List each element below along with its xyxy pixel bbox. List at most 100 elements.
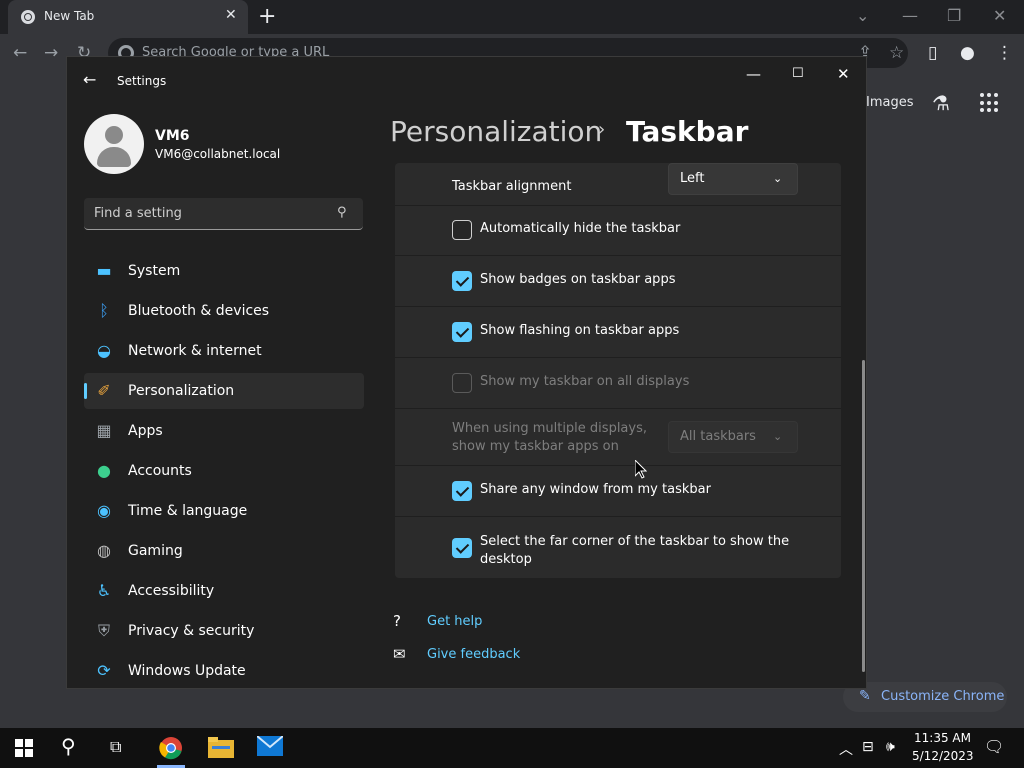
customize-chrome-label: Customize Chrome <box>881 689 1005 704</box>
sidebar-item-windows-update[interactable]: ⟳ Windows Update <box>84 653 364 689</box>
feedback-icon: ✉ <box>393 645 406 663</box>
far-corner-checkbox[interactable] <box>452 538 472 558</box>
share-window-checkbox[interactable] <box>452 481 472 501</box>
task-view-icon[interactable]: ⧉ <box>110 737 121 757</box>
show-badges-checkbox[interactable] <box>452 271 472 291</box>
bookmark-star-icon[interactable]: ☆ <box>889 43 904 63</box>
sidebar-item-label: Accounts <box>128 463 192 479</box>
clock-date[interactable]: 5/12/2023 <box>912 749 974 763</box>
monitor-icon: ▬ <box>96 261 112 280</box>
windows-taskbar: ⚲ ⧉ ︿ ⊟ 🕪 11:35 AM 5/12/2023 🗨 <box>0 728 1024 768</box>
chrome-tabstrip: New Tab ✕ + ⌄ — ❐ ✕ <box>0 0 1024 34</box>
accessibility-icon: ♿ <box>96 581 112 600</box>
sidebar-item-label: Apps <box>128 423 163 439</box>
google-apps-icon[interactable] <box>980 93 1000 113</box>
sidebar-item-time-language[interactable]: ◉ Time & language <box>84 493 364 529</box>
chevron-down-icon: ⌄ <box>773 430 783 443</box>
volume-icon[interactable]: 🕪 <box>886 739 895 755</box>
show-flashing-label: Show flashing on taskbar apps <box>480 323 680 338</box>
sidebar-item-privacy[interactable]: ⛨ Privacy & security <box>84 613 364 649</box>
taskbar-behaviors-panel: Taskbar alignment Left ⌄ Automatically h… <box>395 163 841 578</box>
sidebar-item-system[interactable]: ▬ System <box>84 253 364 289</box>
sidebar-item-accessibility[interactable]: ♿ Accessibility <box>84 573 364 609</box>
sidebar-item-personalization[interactable]: ✐ Personalization <box>84 373 364 409</box>
apps-icon: ▦ <box>96 421 112 440</box>
get-help-link[interactable]: Get help <box>427 614 482 629</box>
sidebar-item-gaming[interactable]: ◍ Gaming <box>84 533 364 569</box>
sidebar-item-label: Gaming <box>128 543 183 559</box>
new-tab-button[interactable]: + <box>258 4 276 29</box>
chrome-minimize-button[interactable]: — <box>902 6 918 25</box>
chevron-right-icon: › <box>598 119 606 140</box>
far-corner-label-line2: desktop <box>480 552 532 567</box>
labs-flask-icon[interactable]: ⚗ <box>932 91 950 115</box>
sidebar-item-label: Accessibility <box>128 583 215 599</box>
notification-icon[interactable]: 🗨 <box>984 737 1004 756</box>
profile-icon[interactable]: ● <box>960 43 975 63</box>
tab-title: New Tab <box>44 9 95 23</box>
chrome-menu-icon[interactable]: ⋮ <box>996 43 1013 63</box>
back-arrow-icon[interactable]: ← <box>83 70 96 89</box>
dropdown-value: All taskbars <box>680 429 756 444</box>
search-placeholder: Find a setting <box>94 206 182 221</box>
give-feedback-link[interactable]: Give feedback <box>427 647 520 662</box>
start-button[interactable] <box>15 739 33 757</box>
search-icon: ⚲ <box>337 205 347 220</box>
search-icon[interactable]: ⚲ <box>61 734 76 758</box>
breadcrumb-parent[interactable]: Personalization <box>390 115 602 148</box>
mail-icon[interactable] <box>256 735 284 760</box>
brush-icon: ✐ <box>97 381 111 400</box>
gamepad-icon: ◍ <box>97 541 111 560</box>
multi-display-dropdown[interactable]: All taskbars ⌄ <box>668 421 798 453</box>
auto-hide-label: Automatically hide the taskbar <box>480 221 681 236</box>
chrome-icon[interactable] <box>159 736 183 760</box>
images-link[interactable]: Images <box>866 95 914 110</box>
shield-icon: ⛨ <box>97 621 110 640</box>
person-icon: ● <box>97 461 111 480</box>
file-explorer-icon[interactable] <box>208 736 234 760</box>
chrome-icon <box>21 10 35 24</box>
maximize-button[interactable]: ☐ <box>792 66 804 81</box>
share-window-label: Share any window from my taskbar <box>480 482 711 497</box>
show-flashing-checkbox[interactable] <box>452 322 472 342</box>
sidebar-item-label: System <box>128 263 181 279</box>
forward-arrow-icon[interactable]: → <box>44 43 58 63</box>
settings-window: ← Settings — ☐ ✕ VM6 VM6@collabnet.local… <box>66 56 867 689</box>
close-tab-icon[interactable]: ✕ <box>225 7 237 23</box>
user-name: VM6 <box>155 128 190 144</box>
sidebar-item-network[interactable]: ◒ Network & internet <box>84 333 364 369</box>
clock-time[interactable]: 11:35 AM <box>914 731 971 745</box>
chrome-restore-button[interactable]: ❐ <box>947 6 961 25</box>
sidebar-item-accounts[interactable]: ● Accounts <box>84 453 364 489</box>
globe-clock-icon: ◉ <box>97 501 111 520</box>
multi-display-label-line1: When using multiple displays, <box>452 421 647 436</box>
show-badges-label: Show badges on taskbar apps <box>480 272 676 287</box>
far-corner-label-line1: Select the far corner of the taskbar to … <box>480 534 790 549</box>
auto-hide-checkbox[interactable] <box>452 220 472 240</box>
all-displays-checkbox[interactable] <box>452 373 472 393</box>
pencil-icon: ✎ <box>859 688 871 704</box>
network-icon[interactable]: ⊟ <box>862 739 874 755</box>
dropdown-value: Left <box>680 171 705 186</box>
close-button[interactable]: ✕ <box>837 65 850 83</box>
scrollbar[interactable] <box>862 360 865 672</box>
show-hidden-icons-chevron-up-icon[interactable]: ︿ <box>839 739 853 759</box>
taskbar-alignment-dropdown[interactable]: Left ⌄ <box>668 163 798 195</box>
back-arrow-icon[interactable]: ← <box>13 43 27 63</box>
find-setting-input[interactable]: Find a setting ⚲ <box>84 198 363 230</box>
refresh-icon: ⟳ <box>97 661 111 680</box>
sidebar-item-label: Bluetooth & devices <box>128 303 270 319</box>
sidebar-item-label: Time & language <box>128 503 248 519</box>
tab-search-icon[interactable]: ⌄ <box>856 6 869 25</box>
side-panel-icon[interactable]: ▯ <box>928 43 937 63</box>
sidebar-item-apps[interactable]: ▦ Apps <box>84 413 364 449</box>
chrome-close-button[interactable]: ✕ <box>993 6 1006 25</box>
sidebar-item-bluetooth[interactable]: ᛒ Bluetooth & devices <box>84 293 364 329</box>
wifi-icon: ◒ <box>97 341 111 360</box>
customize-chrome-button[interactable]: ✎ Customize Chrome <box>843 682 1007 712</box>
page-title: Taskbar <box>626 115 749 148</box>
sidebar-item-label: Personalization <box>128 383 235 399</box>
avatar[interactable] <box>84 114 144 174</box>
chrome-tab-new-tab[interactable]: New Tab ✕ <box>8 0 248 34</box>
minimize-button[interactable]: — <box>746 65 761 83</box>
